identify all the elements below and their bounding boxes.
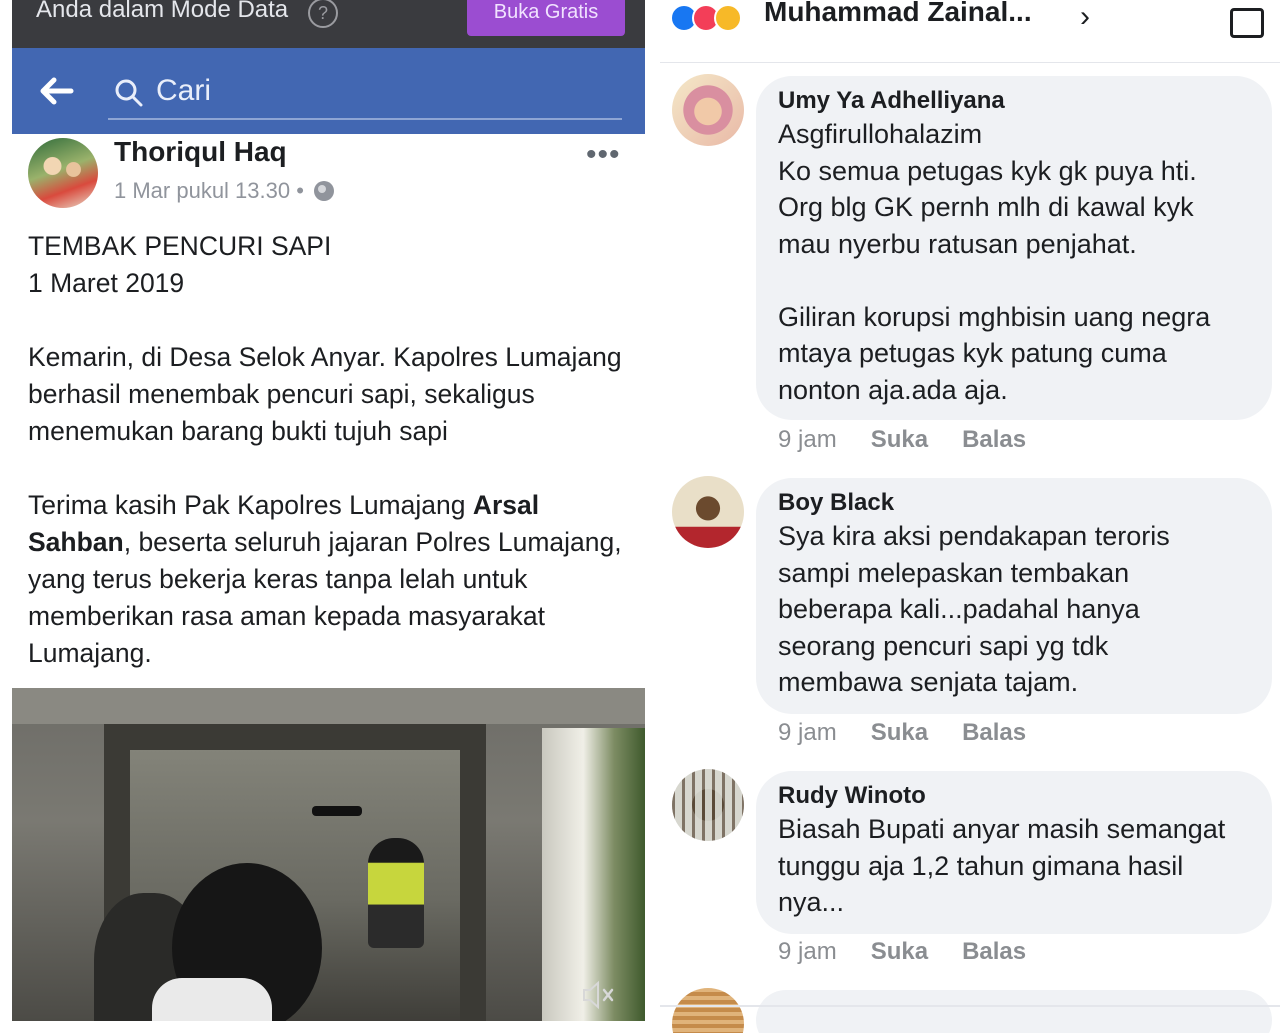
- chevron-right-icon[interactable]: ›: [1080, 0, 1090, 34]
- like-button[interactable]: Suka: [871, 426, 928, 453]
- comment-time: 9 jam: [778, 426, 837, 453]
- comment-actions: 9 jam Suka Balas: [778, 719, 1060, 747]
- commenter-name[interactable]: Umy Ya Adhelliyana: [778, 86, 1252, 116]
- comment-text: Biasah Bupati anyar masih semangat tungg…: [778, 814, 1226, 917]
- bottom-divider: [660, 1005, 1280, 1007]
- reply-button[interactable]: Balas: [962, 426, 1026, 453]
- post-header: Thoriqul Haq 1 Mar pukul 13.30 • •••: [12, 134, 645, 220]
- post-timestamp[interactable]: 1 Mar pukul 13.30 •: [114, 178, 304, 203]
- comment-bubble: [756, 990, 1272, 1033]
- paragraph-2: Terima kasih Pak Kapolres Lumajang Arsal…: [28, 487, 638, 672]
- like-button[interactable]: Suka: [871, 719, 928, 746]
- help-icon[interactable]: ?: [308, 0, 338, 28]
- back-arrow-icon[interactable]: [38, 74, 74, 108]
- reply-button[interactable]: Balas: [962, 938, 1026, 965]
- more-options-icon[interactable]: •••: [586, 138, 621, 172]
- headline-line-2: 1 Maret 2019: [28, 268, 185, 298]
- author-name[interactable]: Thoriqul Haq: [114, 136, 287, 168]
- commenter-name[interactable]: Boy Black: [778, 488, 1252, 518]
- commenter-name[interactable]: Rudy Winoto: [778, 781, 1252, 811]
- buka-gratis-button[interactable]: Buka Gratis: [467, 0, 625, 36]
- search-input[interactable]: Cari: [108, 68, 622, 120]
- video-drone: [312, 806, 362, 816]
- comment-text: Sya kira aksi pendakapan teroris sampi m…: [778, 521, 1170, 697]
- comment-actions: 9 jam Suka Balas: [778, 938, 1060, 966]
- video-bystander-shirt: [152, 978, 272, 1021]
- like-button[interactable]: Suka: [871, 938, 928, 965]
- reactor-name[interactable]: Muhammad Zainal...: [764, 0, 1032, 28]
- like-outline-icon[interactable]: [1230, 8, 1264, 38]
- wow-reaction-icon: [714, 4, 742, 32]
- search-placeholder: Cari: [156, 74, 212, 107]
- reply-button[interactable]: Balas: [962, 719, 1026, 746]
- commenter-avatar[interactable]: [672, 988, 744, 1033]
- data-mode-bar: Anda dalam Mode Data ? Buka Gratis: [12, 0, 645, 48]
- commenter-avatar[interactable]: [672, 74, 744, 146]
- comment-time: 9 jam: [778, 719, 837, 746]
- left-panel: Anda dalam Mode Data ? Buka Gratis Cari …: [12, 0, 645, 1033]
- comment-bubble: Boy Black Sya kira aksi pendakapan teror…: [756, 478, 1272, 714]
- reactions-header: Muhammad Zainal... ›: [660, 0, 1280, 63]
- right-panel: Muhammad Zainal... › Umy Ya Adhelliyana …: [660, 0, 1280, 1033]
- comment-bubble: Umy Ya Adhelliyana Asgfirullohalazim Ko …: [756, 76, 1272, 420]
- search-icon: [115, 79, 143, 107]
- top-header: Cari: [12, 48, 645, 134]
- post-text: TEMBAK PENCURI SAPI 1 Maret 2019 Kemarin…: [28, 228, 638, 672]
- video-player[interactable]: [12, 688, 645, 1021]
- comment-actions: 9 jam Suka Balas: [778, 426, 1060, 454]
- commenter-avatar[interactable]: [672, 769, 744, 841]
- volume-muted-icon[interactable]: [580, 978, 620, 1012]
- globe-icon: [314, 181, 335, 201]
- comment-bubble: Rudy Winoto Biasah Bupati anyar masih se…: [756, 771, 1272, 934]
- post-meta: 1 Mar pukul 13.30 •: [114, 178, 335, 204]
- comment-text: Asgfirullohalazim Ko semua petugas kyk g…: [778, 119, 1211, 405]
- data-mode-text: Anda dalam Mode Data: [36, 0, 289, 23]
- video-frame-top: [12, 688, 645, 724]
- video-officer: [368, 838, 424, 948]
- author-avatar[interactable]: [28, 138, 98, 208]
- reaction-icons[interactable]: [670, 4, 760, 32]
- comment-time: 9 jam: [778, 938, 837, 965]
- commenter-avatar[interactable]: [672, 476, 744, 548]
- headline-line-1: TEMBAK PENCURI SAPI: [28, 231, 332, 261]
- paragraph-2-pre: Terima kasih Pak Kapolres Lumajang: [28, 490, 473, 520]
- paragraph-1: Kemarin, di Desa Selok Anyar. Kapolres L…: [28, 342, 622, 446]
